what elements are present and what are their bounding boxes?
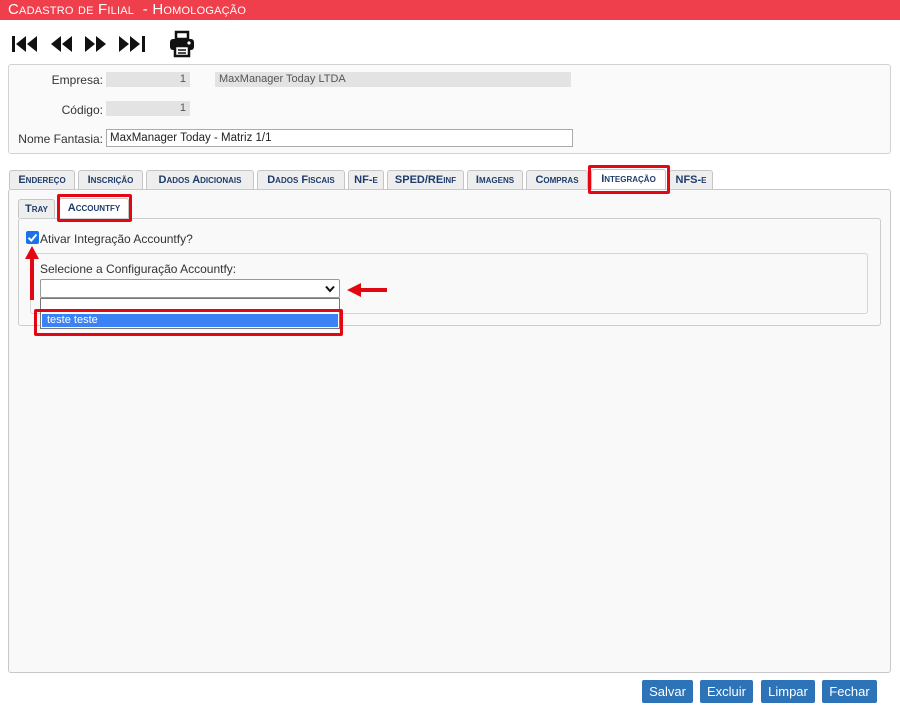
- ativar-accountfy-label: Ativar Integração Accountfy?: [40, 232, 193, 246]
- delete-button[interactable]: Excluir: [700, 680, 753, 703]
- last-record-icon[interactable]: [117, 34, 149, 54]
- config-option-teste[interactable]: teste teste: [42, 314, 338, 327]
- clear-button[interactable]: Limpar: [761, 680, 815, 703]
- empresa-name-field: MaxManager Today LTDA: [215, 72, 571, 87]
- subtab-tray[interactable]: Tray: [18, 199, 55, 218]
- chevron-down-icon: [325, 285, 335, 293]
- tab-nfse[interactable]: NFS-e: [669, 170, 713, 189]
- annotation-arrow-left-icon: [347, 283, 387, 297]
- next-record-icon[interactable]: [83, 34, 109, 54]
- ativar-accountfy-checkbox[interactable]: [26, 231, 39, 244]
- save-button[interactable]: Salvar: [642, 680, 693, 703]
- tab-endereco[interactable]: Endereço: [9, 170, 75, 189]
- annotation-arrow-up-icon: [25, 246, 39, 300]
- close-button[interactable]: Fechar: [822, 680, 877, 703]
- config-select[interactable]: [40, 279, 340, 298]
- title-bar: Cadastro de Filial - Homologação: [0, 0, 900, 20]
- tab-compras[interactable]: Compras: [526, 170, 588, 189]
- nome-fantasia-input[interactable]: MaxManager Today - Matriz 1/1: [106, 129, 573, 147]
- config-dropdown-list: teste teste: [40, 298, 340, 329]
- subtab-accountfy[interactable]: Accountfy: [59, 198, 129, 219]
- previous-record-icon[interactable]: [48, 34, 74, 54]
- first-record-icon[interactable]: [10, 34, 40, 54]
- window-title: Cadastro de Filial - Homologação: [8, 1, 247, 18]
- print-icon[interactable]: [167, 30, 197, 58]
- tab-integracao[interactable]: Integração: [591, 169, 666, 190]
- tab-inscricao[interactable]: Inscrição: [78, 170, 143, 189]
- config-label: Selecione a Configuração Accountfy:: [40, 262, 237, 276]
- nome-fantasia-label: Nome Fantasia:: [18, 132, 103, 146]
- codigo-label: Código:: [61, 103, 103, 117]
- config-option-empty[interactable]: [42, 300, 338, 313]
- tab-dados-adicionais[interactable]: Dados Adicionais: [146, 170, 254, 189]
- tab-imagens[interactable]: Imagens: [467, 170, 523, 189]
- codigo-field: 1: [106, 101, 190, 116]
- tab-dados-fiscais[interactable]: Dados Fiscais: [257, 170, 345, 189]
- empresa-label: Empresa:: [51, 73, 103, 87]
- tab-nfe[interactable]: NF-e: [348, 170, 384, 189]
- empresa-code-field: 1: [106, 72, 190, 87]
- tab-sped-reinf[interactable]: SPED/REinf: [387, 170, 464, 189]
